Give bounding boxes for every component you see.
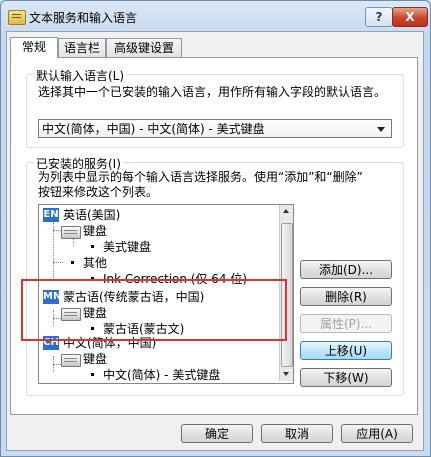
tree-node-category[interactable]: 其他 <box>83 255 107 271</box>
default-language-group-label: 默认输入语言(L) <box>34 67 127 84</box>
default-language-select[interactable]: 中文(简体，中国) - 中文(简体) - 美式键盘 <box>38 119 392 138</box>
tab-advanced-key-settings[interactable]: 高级键设置 <box>106 38 182 57</box>
annotation-highlight-box <box>21 279 287 341</box>
keyboard-icon <box>61 226 81 239</box>
bullet-icon <box>71 261 74 264</box>
language-en-icon: EN <box>43 208 59 222</box>
move-up-button[interactable]: 上移(U) <box>300 341 392 360</box>
help-button[interactable]: ? <box>365 7 393 27</box>
tree-node-service[interactable]: 中文(简体) - 美式键盘 <box>103 367 220 383</box>
tab-language-bar[interactable]: 语言栏 <box>58 38 106 57</box>
bullet-icon <box>91 373 94 376</box>
ok-button[interactable]: 确定 <box>181 424 253 443</box>
cancel-button[interactable]: 取消 <box>261 424 333 443</box>
tree-line <box>53 262 63 263</box>
default-language-description: 选择其中一个已安装的输入语言，用作所有输入字段的默认语言。 <box>38 85 387 99</box>
tree-node-category[interactable]: 键盘 <box>83 351 107 367</box>
move-down-button[interactable]: 下移(W) <box>300 368 392 387</box>
bullet-icon <box>91 245 94 248</box>
apply-button[interactable]: 应用(A) <box>341 424 413 443</box>
default-language-select-value: 中文(简体，中国) - 中文(简体) - 美式键盘 <box>42 122 265 136</box>
window-title: 文本服务和输入语言 <box>29 11 138 25</box>
properties-button[interactable]: 属性(P)... <box>300 314 392 333</box>
title-bar[interactable]: 文本服务和输入语言 ? X <box>1 1 430 33</box>
installed-services-description-line2: 按钮来修改这个列表。 <box>38 185 159 199</box>
add-button[interactable]: 添加(D)... <box>300 260 392 279</box>
tree-line <box>73 238 74 246</box>
tab-general[interactable]: 常规 <box>10 37 58 58</box>
installed-services-description-line1: 为列表中显示的每个输入语言选择服务。使用“添加”和“删除” <box>38 170 363 184</box>
tree-node-service[interactable]: 美式键盘 <box>103 239 151 255</box>
tree-node-language[interactable]: 英语(美国) <box>63 207 120 223</box>
keyboard-app-icon <box>8 10 26 25</box>
tree-node-category[interactable]: 键盘 <box>83 223 107 239</box>
close-button[interactable]: X <box>392 7 428 27</box>
chevron-down-icon <box>377 127 385 132</box>
remove-button[interactable]: 删除(R) <box>300 287 392 306</box>
scroll-down-icon[interactable] <box>280 367 293 381</box>
scroll-up-icon[interactable] <box>280 205 293 219</box>
keyboard-icon <box>61 354 81 367</box>
